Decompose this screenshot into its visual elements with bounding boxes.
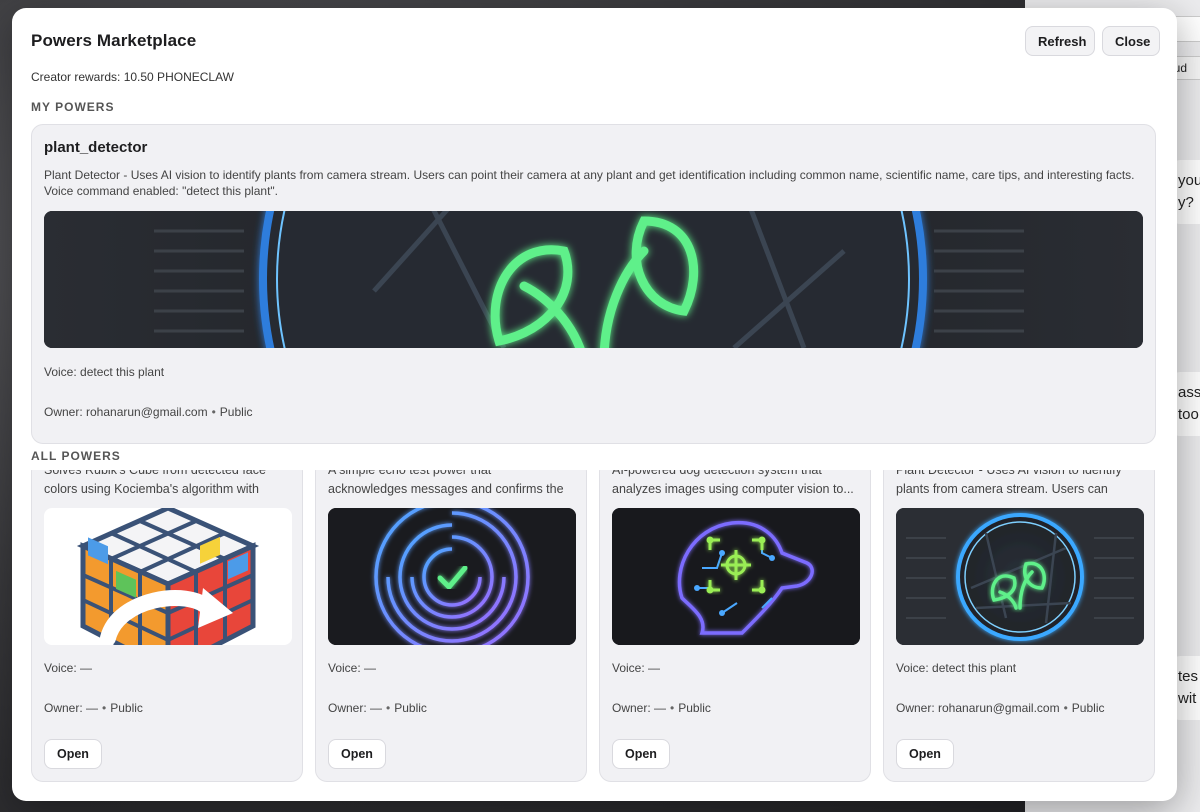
checkmark-target-icon bbox=[328, 508, 576, 645]
power-voice-command: Voice: — bbox=[328, 661, 377, 675]
power-card[interactable]: Solves Rubik's Cube from detected face c… bbox=[31, 470, 303, 782]
creator-rewards: Creator rewards: 10.50 PHONECLAW bbox=[31, 70, 234, 84]
power-description: Plant Detector - Uses AI vision to ident… bbox=[44, 168, 1135, 198]
visibility-badge: Public bbox=[219, 405, 253, 419]
power-voice-command: Voice: detect this plant bbox=[44, 365, 165, 379]
plant-detector-banner-image bbox=[44, 211, 1143, 348]
power-owner: Owner: rohanarun@gmail.com • Public bbox=[44, 405, 253, 419]
power-description: Plant Detector - Uses AI vision to ident… bbox=[896, 470, 1122, 496]
power-owner: Owner: rohanarun@gmail.com • Public bbox=[896, 701, 1105, 715]
powers-marketplace-modal: Powers Marketplace Refresh Close Creator… bbox=[12, 8, 1177, 801]
section-label-my-powers: MY POWERS bbox=[31, 100, 115, 114]
power-description: AI-powered dog detection system that ana… bbox=[612, 470, 854, 496]
rubiks-cube-icon bbox=[76, 508, 260, 645]
power-owner: Owner: — • Public bbox=[328, 701, 427, 715]
power-owner: Owner: — • Public bbox=[612, 701, 711, 715]
power-card[interactable]: AI-powered dog detection system that ana… bbox=[599, 470, 871, 782]
open-power-button[interactable]: Open bbox=[44, 739, 102, 769]
visibility-badge: Public bbox=[394, 701, 427, 715]
visibility-badge: Public bbox=[1071, 701, 1105, 715]
power-owner: Owner: — • Public bbox=[44, 701, 143, 715]
power-thumbnail bbox=[328, 508, 576, 645]
power-voice-command: Voice: — bbox=[44, 661, 93, 675]
power-description: A simple echo test power that acknowledg… bbox=[328, 470, 564, 496]
power-thumbnail bbox=[612, 508, 860, 645]
power-voice-command: Voice: detect this plant bbox=[896, 661, 1017, 675]
power-thumbnail bbox=[896, 508, 1144, 645]
my-power-card[interactable]: plant_detector Plant Detector - Uses AI … bbox=[31, 124, 1156, 444]
open-power-button[interactable]: Open bbox=[328, 739, 386, 769]
refresh-button[interactable]: Refresh bbox=[1025, 26, 1095, 56]
modal-title: Powers Marketplace bbox=[31, 31, 197, 50]
close-button[interactable]: Close bbox=[1102, 26, 1160, 56]
open-power-button[interactable]: Open bbox=[896, 739, 954, 769]
open-power-button[interactable]: Open bbox=[612, 739, 670, 769]
visibility-badge: Public bbox=[678, 701, 711, 715]
plant-lens-icon bbox=[896, 508, 1144, 645]
power-card[interactable]: A simple echo test power that acknowledg… bbox=[315, 470, 587, 782]
power-voice-command: Voice: — bbox=[612, 661, 661, 675]
visibility-badge: Public bbox=[110, 701, 143, 715]
plant-lens-icon bbox=[44, 211, 1143, 348]
power-name: plant_detector bbox=[44, 139, 148, 156]
all-powers-grid: Solves Rubik's Cube from detected face c… bbox=[31, 470, 1157, 800]
dog-circuit-icon bbox=[612, 508, 860, 645]
section-label-all-powers: ALL POWERS bbox=[31, 449, 121, 463]
power-card[interactable]: Plant Detector - Uses AI vision to ident… bbox=[883, 470, 1155, 782]
power-thumbnail bbox=[44, 508, 292, 645]
power-description: Solves Rubik's Cube from detected face c… bbox=[44, 470, 266, 496]
